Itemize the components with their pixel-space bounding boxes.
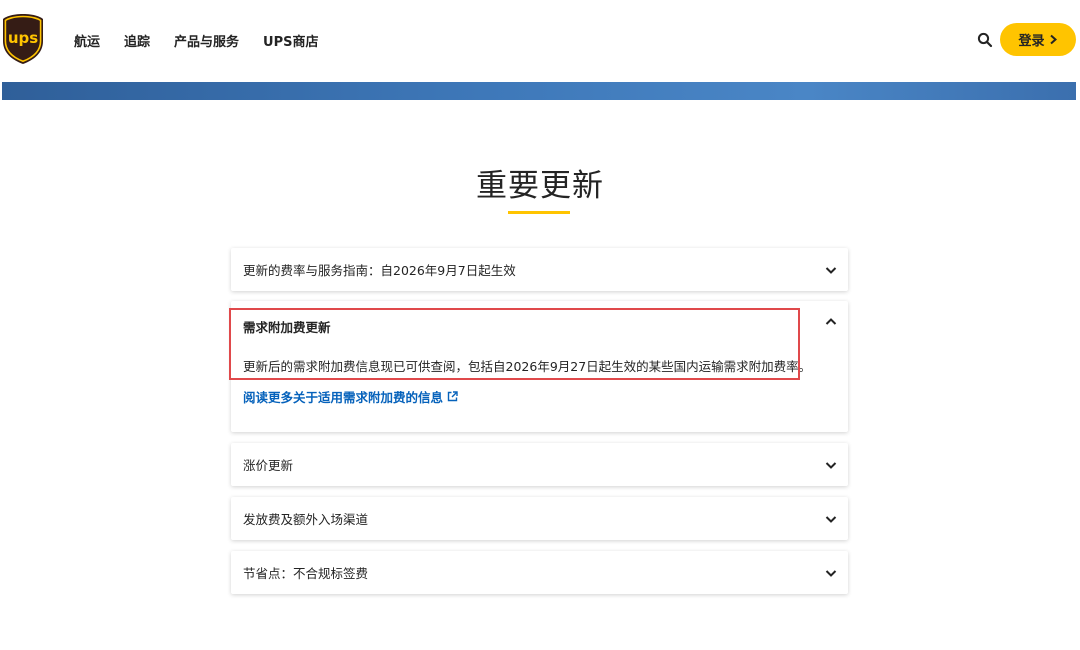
nav-products-services[interactable]: 产品与服务: [174, 31, 239, 50]
hero-banner: [2, 82, 1076, 100]
accordion-rates-guide[interactable]: 更新的费率与服务指南：自2026年9月7日起生效: [231, 248, 848, 291]
login-button[interactable]: 登录: [1000, 23, 1076, 56]
page-title: 重要更新: [476, 168, 604, 204]
chevron-down-icon[interactable]: [824, 263, 838, 277]
chevron-down-icon[interactable]: [824, 512, 838, 526]
read-more-link-text: 阅读更多关于适用需求附加费的信息: [243, 390, 444, 405]
main-nav: 航运 追踪 产品与服务 UPS商店: [74, 31, 319, 50]
accordion-release-fee[interactable]: 发放费及额外入场渠道: [231, 497, 848, 540]
nav-ups-store[interactable]: UPS商店: [263, 31, 318, 50]
demand-surcharge-read-more-link[interactable]: 阅读更多关于适用需求附加费的信息: [243, 387, 458, 406]
nav-tracking[interactable]: 追踪: [124, 31, 150, 50]
accordion-price-increase-label: 涨价更新: [243, 458, 294, 473]
accordion-price-increase[interactable]: 涨价更新: [231, 443, 848, 486]
ups-logo-text: ups: [8, 29, 38, 47]
external-link-icon: [447, 391, 458, 402]
login-label: 登录: [1018, 34, 1045, 49]
accordion-release-fee-label: 发放费及额外入场渠道: [243, 512, 369, 527]
nav-shipping[interactable]: 航运: [74, 31, 100, 50]
accordion-demand-surcharge-label[interactable]: 需求附加费更新: [243, 317, 331, 336]
accordion-rates-guide-label: 更新的费率与服务指南：自2026年9月7日起生效: [243, 263, 516, 278]
accordion-label-fee-label: 节省点：不合规标签费: [243, 566, 369, 581]
accordion-label-fee[interactable]: 节省点：不合规标签费: [231, 551, 848, 594]
ups-logo[interactable]: ups: [2, 13, 44, 65]
site-header: ups 航运 追踪 产品与服务 UPS商店 登录: [0, 0, 1080, 80]
title-underline: [508, 211, 570, 214]
chevron-down-icon[interactable]: [824, 458, 838, 472]
chevron-down-icon[interactable]: [824, 566, 838, 580]
search-icon[interactable]: [976, 31, 994, 49]
accordion-demand-surcharge: 需求附加费更新 更新后的需求附加费信息现已可供查阅，包括自2026年9月27日起…: [231, 301, 848, 432]
chevron-up-icon[interactable]: [824, 315, 838, 329]
demand-surcharge-description: 更新后的需求附加费信息现已可供查阅，包括自2026年9月27日起生效的某些国内运…: [243, 359, 812, 374]
chevron-right-icon: [1049, 34, 1057, 45]
